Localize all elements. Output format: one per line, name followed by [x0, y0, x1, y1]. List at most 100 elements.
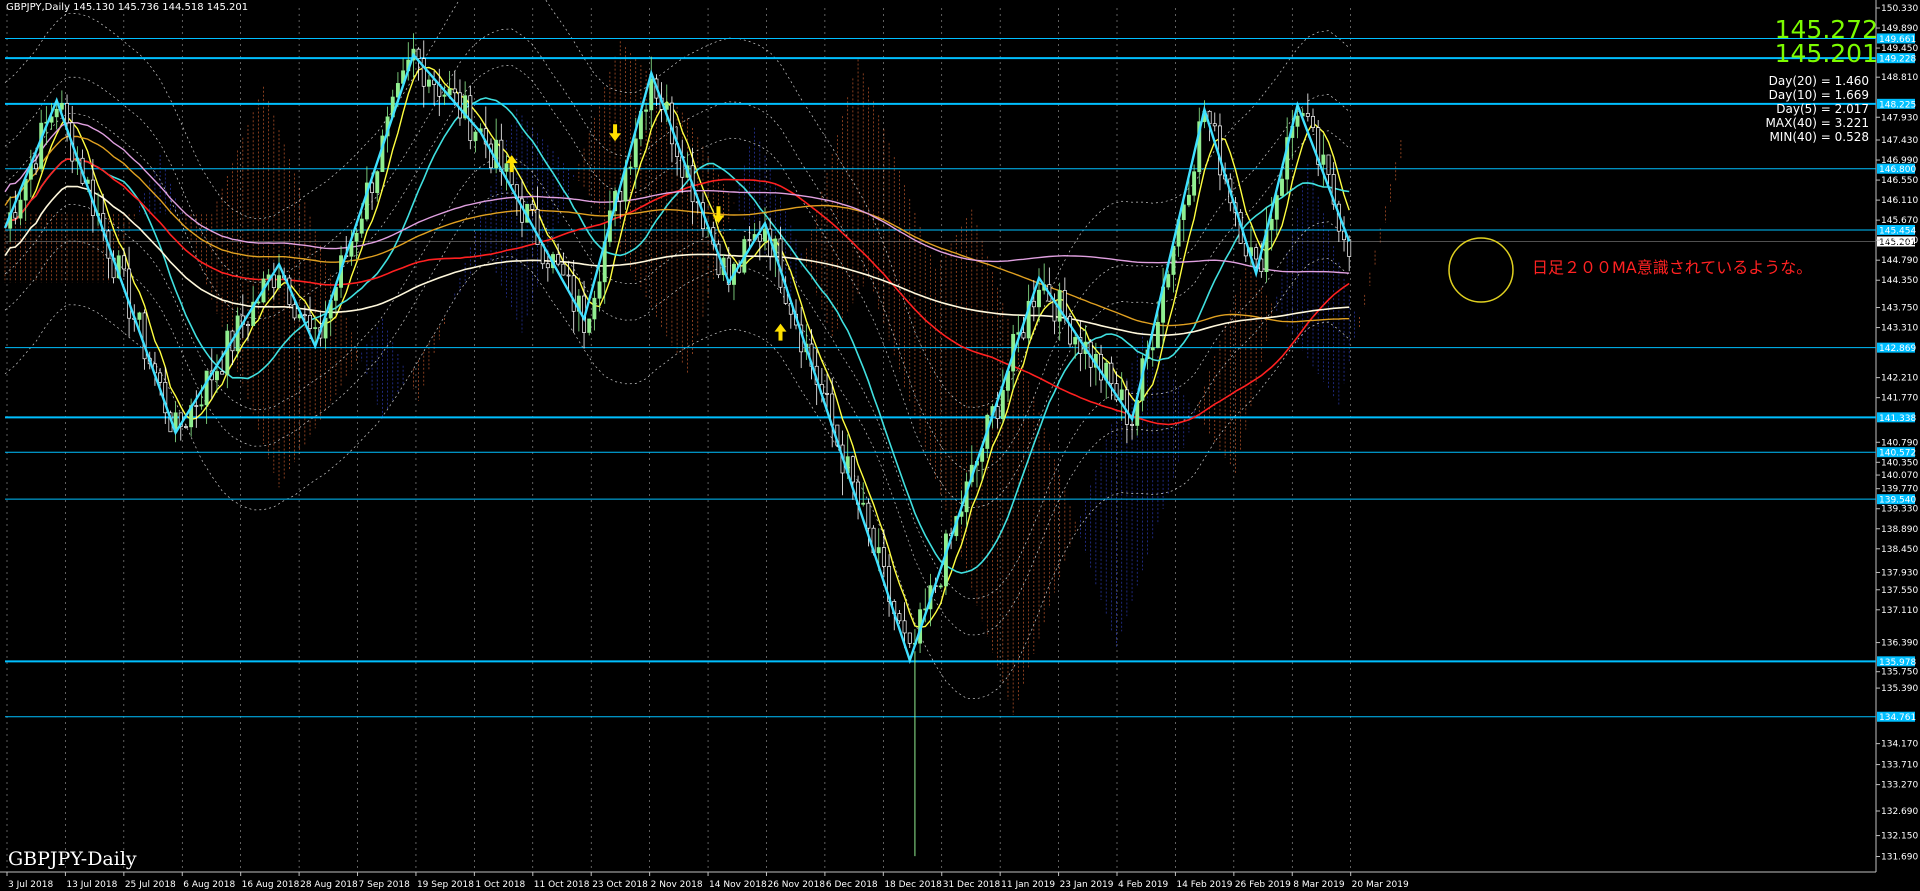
- candle-body: [1326, 154, 1331, 175]
- stat-min40: MIN(40) = 0.528: [1769, 130, 1869, 144]
- candle-body: [881, 547, 886, 567]
- candle-body: [1130, 424, 1135, 426]
- candle-body: [1321, 154, 1326, 165]
- price-tick-label: 145.230: [1881, 236, 1918, 246]
- candle-body: [556, 254, 561, 265]
- candle-body: [876, 547, 881, 554]
- candle-body: [1254, 247, 1259, 260]
- price-tick-label: 140.790: [1881, 438, 1918, 448]
- price-tick-label: 146.990: [1881, 156, 1918, 166]
- candle-body: [473, 131, 478, 141]
- candle-body: [199, 404, 204, 407]
- candle-body: [825, 393, 829, 395]
- candle-body: [1068, 316, 1072, 345]
- time-tick-label: 11 Oct 2018: [534, 880, 590, 890]
- candle-body: [1186, 194, 1191, 206]
- symbol-info: GBPJPY,Daily 145.130 145.736 144.518 145…: [6, 2, 249, 13]
- price-tick-label: 148.810: [1881, 73, 1918, 83]
- candle-body: [902, 620, 907, 634]
- candle-body: [1155, 321, 1160, 348]
- price-tick-label: 146.110: [1881, 196, 1918, 206]
- candle-body: [34, 163, 38, 170]
- price-tick-label: 131.690: [1881, 853, 1918, 863]
- price-chart[interactable]: 149.661149.228148.225146.800145.454142.8…: [0, 0, 1920, 891]
- price-tick-label: 143.310: [1881, 324, 1918, 334]
- price-tick-label: 133.270: [1881, 781, 1918, 791]
- time-tick-label: 6 Aug 2018: [183, 880, 235, 890]
- candle-body: [1269, 218, 1274, 231]
- candle-body: [354, 232, 359, 242]
- candle-body: [545, 263, 550, 269]
- candle-body: [458, 92, 462, 119]
- price-tick-label: 146.550: [1881, 176, 1918, 186]
- candle-body: [246, 324, 250, 326]
- price-tick-label: 139.770: [1881, 485, 1918, 495]
- candle-body: [861, 502, 866, 505]
- candle-body: [587, 318, 592, 333]
- time-tick-label: 13 Jul 2018: [66, 880, 117, 890]
- price-tick-label: 134.170: [1881, 740, 1918, 750]
- candle-body: [938, 585, 943, 588]
- candle-body: [633, 138, 638, 168]
- price-tick-label: 145.670: [1881, 216, 1918, 226]
- candle-body: [628, 166, 633, 169]
- price-axis: 149.661149.228148.225146.800145.454142.8…: [1876, 4, 1918, 863]
- stat-max40: MAX(40) = 3.221: [1765, 116, 1869, 130]
- time-tick-label: 2 Nov 2018: [651, 880, 703, 890]
- candle-body: [1192, 171, 1197, 196]
- candle-body: [763, 228, 767, 242]
- ichimoku-cloud: [4, 41, 1402, 715]
- time-tick-label: 6 Dec 2018: [826, 880, 878, 890]
- candlesticks: [8, 33, 1352, 857]
- time-tick-label: 7 Sep 2018: [359, 880, 411, 890]
- time-tick-label: 18 Dec 2018: [884, 880, 942, 890]
- stat-day10: Day(10) = 1.669: [1768, 88, 1869, 102]
- price-tick-label: 149.890: [1881, 24, 1918, 34]
- candle-body: [1274, 195, 1279, 220]
- time-tick-label: 31 Dec 2018: [943, 880, 1001, 890]
- candle-body: [1217, 125, 1222, 176]
- candle-body: [313, 327, 318, 329]
- price-tick-label: 142.210: [1881, 374, 1918, 384]
- price-tick-label: 132.150: [1881, 832, 1918, 842]
- price-tick-label: 141.770: [1881, 394, 1918, 404]
- candle-body: [220, 371, 225, 375]
- candle-body: [1295, 115, 1300, 127]
- price-tick-label: 143.750: [1881, 304, 1918, 314]
- candle-body: [65, 102, 69, 124]
- candle-body: [416, 48, 421, 59]
- candle-body: [184, 426, 188, 428]
- candle-body: [649, 78, 654, 111]
- candle-body: [1124, 389, 1129, 425]
- candle-body: [1166, 274, 1171, 288]
- price-tick-label: 136.390: [1881, 639, 1918, 649]
- time-tick-label: 26 Feb 2019: [1235, 880, 1291, 890]
- price-tick-label: 137.930: [1881, 568, 1918, 578]
- price-tick-label: 135.750: [1881, 668, 1918, 678]
- time-tick-label: 23 Oct 2018: [592, 880, 648, 890]
- time-tick-label: 14 Feb 2019: [1176, 880, 1232, 890]
- candle-body: [1062, 290, 1067, 317]
- candle-body: [597, 281, 602, 299]
- candle-body: [504, 163, 509, 172]
- price-tick-label: 140.070: [1881, 471, 1918, 481]
- candle-body: [866, 502, 871, 529]
- chart-watermark: GBPJPY-Daily: [8, 848, 137, 870]
- ma-200-line: [4, 185, 1350, 337]
- time-tick-label: 19 Sep 2018: [417, 880, 474, 890]
- price-tick-label: 132.690: [1881, 807, 1918, 817]
- candle-body: [54, 108, 59, 118]
- level-price-label: 135.978: [1879, 658, 1916, 668]
- time-tick-label: 16 Aug 2018: [242, 880, 300, 890]
- time-tick-label: 23 Jan 2019: [1060, 880, 1114, 890]
- candle-body: [137, 312, 142, 320]
- candle-body: [1119, 389, 1124, 401]
- candle-body: [1073, 337, 1078, 345]
- price-tick-label: 137.110: [1881, 606, 1918, 616]
- price-tick-label: 135.390: [1881, 684, 1918, 694]
- candle-body: [561, 263, 566, 276]
- price-tick-label: 144.790: [1881, 256, 1918, 266]
- level-price-label: 141.338: [1879, 414, 1916, 424]
- stat-day20: Day(20) = 1.460: [1768, 74, 1869, 88]
- time-tick-label: 20 Mar 2019: [1352, 880, 1409, 890]
